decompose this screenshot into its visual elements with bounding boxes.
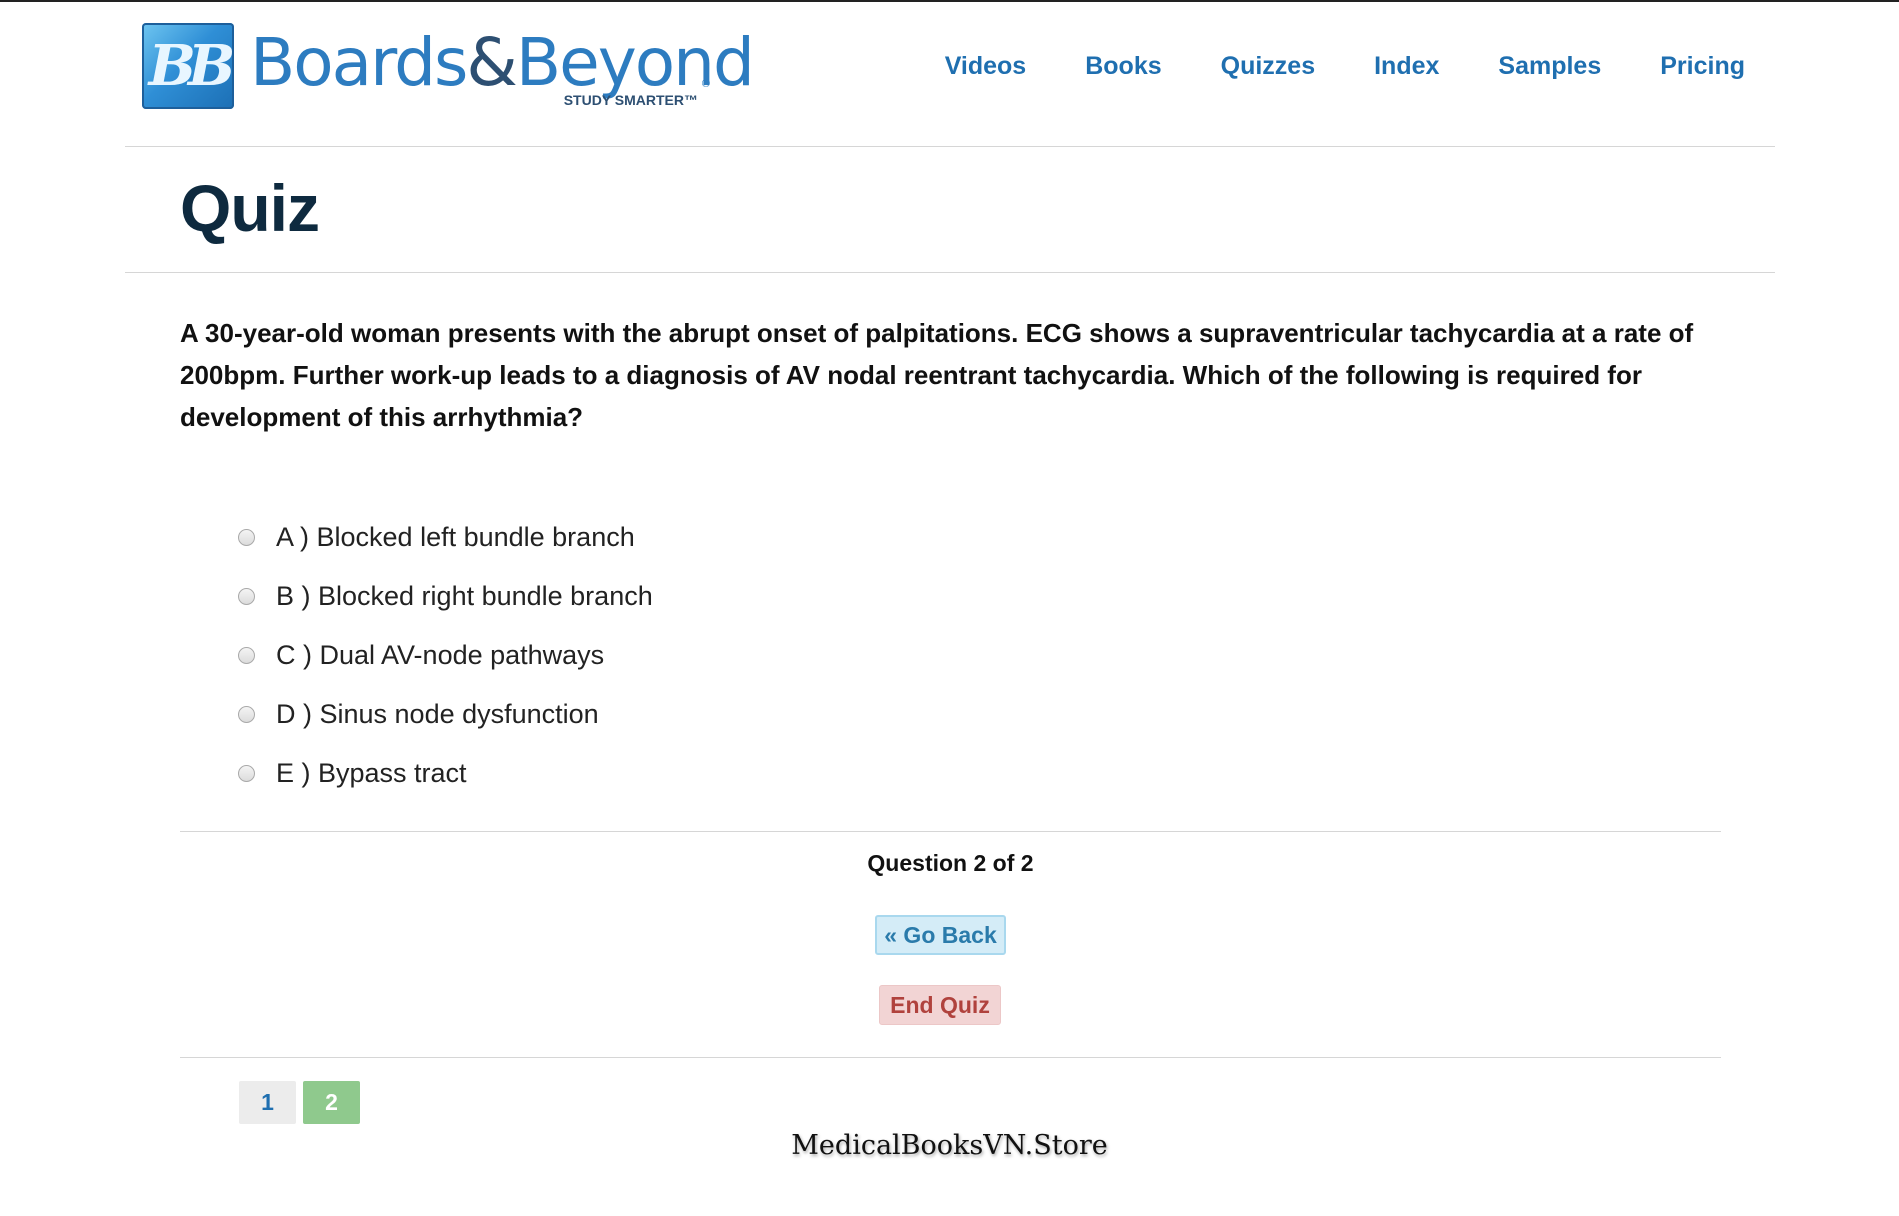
radio-button[interactable] (238, 706, 255, 723)
answer-options: A ) Blocked left bundle branch B ) Block… (238, 508, 653, 803)
nav-quizzes[interactable]: Quizzes (1221, 52, 1315, 81)
question-pager: 1 2 (239, 1081, 360, 1124)
radio-button[interactable] (238, 647, 255, 664)
answer-option-a[interactable]: A ) Blocked left bundle branch (238, 508, 653, 567)
nav-books[interactable]: Books (1085, 52, 1161, 81)
end-quiz-button[interactable]: End Quiz (879, 985, 1001, 1025)
answer-option-d[interactable]: D ) Sinus node dysfunction (238, 685, 653, 744)
option-label: D ) Sinus node dysfunction (276, 699, 599, 729)
logo-name: Boards&Beyond (250, 24, 755, 101)
option-label: E ) Bypass tract (276, 758, 467, 788)
logo-name-part1: Boards (250, 24, 468, 101)
answer-option-c[interactable]: C ) Dual AV-node pathways (238, 626, 653, 685)
nav-index[interactable]: Index (1374, 52, 1439, 81)
radio-button[interactable] (238, 529, 255, 546)
answer-option-b[interactable]: B ) Blocked right bundle branch (238, 567, 653, 626)
question-progress: Question 2 of 2 (867, 850, 1034, 876)
logo-ampersand: & (466, 24, 517, 101)
logo-wordmark: Boards&Beyond ® STUDY SMARTER™ (250, 22, 755, 110)
logo-badge-icon: BB (142, 23, 235, 109)
nav-samples[interactable]: Samples (1498, 52, 1601, 81)
radio-button[interactable] (238, 765, 255, 782)
options-divider (180, 831, 1721, 832)
controls-divider (180, 1057, 1721, 1058)
nav-videos[interactable]: Videos (945, 52, 1027, 81)
pager-question-1[interactable]: 1 (239, 1081, 296, 1124)
go-back-button[interactable]: « Go Back (875, 915, 1006, 955)
option-label: A ) Blocked left bundle branch (276, 522, 635, 552)
nav-pricing[interactable]: Pricing (1660, 52, 1745, 81)
title-divider (125, 272, 1775, 273)
pager-question-2[interactable]: 2 (303, 1081, 360, 1124)
question-text: A 30-year-old woman presents with the ab… (180, 318, 1694, 432)
header-divider (125, 146, 1775, 147)
option-label: C ) Dual AV-node pathways (276, 640, 605, 670)
logo-tagline: STUDY SMARTER™ (563, 92, 698, 108)
answer-option-e[interactable]: E ) Bypass tract (238, 744, 653, 803)
option-label: B ) Blocked right bundle branch (276, 581, 653, 611)
logo-name-part2: Beyond (515, 24, 755, 101)
brand-logo[interactable]: BB Boards&Beyond ® STUDY SMARTER™ (142, 22, 755, 110)
radio-button[interactable] (238, 588, 255, 605)
main-nav: Videos Books Quizzes Index Samples Prici… (886, 52, 1745, 81)
top-border-line (0, 0, 1899, 2)
page-title: Quiz (180, 171, 320, 245)
watermark-text: MedicalBooksVN.Store (791, 1130, 1108, 1161)
registered-mark: ® (701, 78, 710, 90)
